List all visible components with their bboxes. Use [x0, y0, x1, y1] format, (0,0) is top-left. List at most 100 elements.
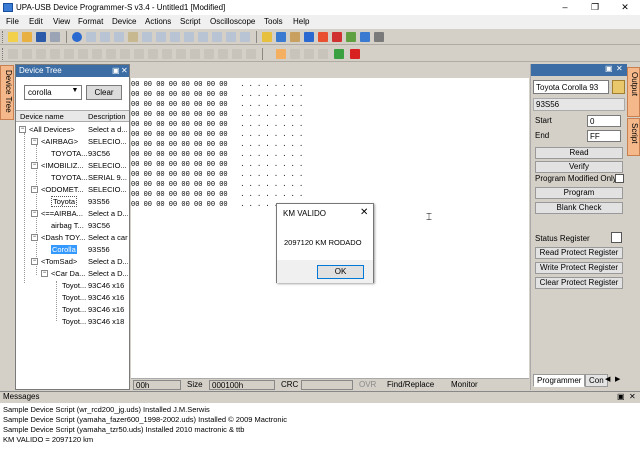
programmer-icon[interactable]	[304, 32, 314, 42]
collapse-icon[interactable]: −	[41, 270, 48, 277]
cut-icon[interactable]	[86, 32, 96, 42]
replace-icon[interactable]	[184, 32, 194, 42]
end-input[interactable]: FF	[587, 130, 621, 142]
tab-scroll-right-icon[interactable]: ▶	[615, 375, 620, 383]
tree-row[interactable]: TOYOTA... 93C56	[16, 148, 129, 160]
checksum-icon[interactable]	[226, 32, 236, 42]
pin-icon[interactable]: ▣	[617, 392, 625, 401]
device-select[interactable]: Toyota Corolla 93	[533, 80, 609, 94]
split-icon[interactable]	[218, 49, 228, 59]
program-button[interactable]: Program	[535, 187, 623, 199]
maximize-button[interactable]: ❐	[580, 0, 610, 15]
lower-icon[interactable]	[162, 49, 172, 59]
undo-icon[interactable]	[142, 32, 152, 42]
device-filter-combo[interactable]: corolla ▼	[24, 85, 82, 100]
dialog-close-button[interactable]: ✕	[360, 207, 368, 218]
menu-actions[interactable]: Actions	[145, 17, 171, 26]
pause-icon[interactable]	[304, 49, 314, 59]
view-icon[interactable]	[204, 49, 214, 59]
find-icon[interactable]	[170, 32, 180, 42]
wrap-icon[interactable]	[134, 49, 144, 59]
script-icon[interactable]	[262, 32, 272, 42]
ok-button[interactable]: OK	[317, 265, 364, 279]
stop-icon[interactable]	[350, 49, 360, 59]
close-panel-icon[interactable]: ✕	[616, 64, 623, 73]
tree-row-selected[interactable]: Corolla 93S56	[16, 244, 129, 256]
settings-icon[interactable]	[374, 32, 384, 42]
tree-row[interactable]: − <All Devices> Select a d...	[16, 124, 129, 136]
run-script-icon[interactable]	[276, 49, 286, 59]
new-file-icon[interactable]	[8, 32, 18, 42]
paste-icon[interactable]	[114, 32, 124, 42]
upper-icon[interactable]	[148, 49, 158, 59]
step-icon[interactable]	[290, 49, 300, 59]
uncomment-icon[interactable]	[78, 49, 88, 59]
column-device-name[interactable]: Device name	[20, 112, 64, 121]
tree-row[interactable]: − <==AIRBA... Select a D...	[16, 208, 129, 220]
output-side-tab[interactable]: Output	[627, 67, 640, 117]
tree-row[interactable]: − <TomSad> Select a D...	[16, 256, 129, 268]
pin-icon[interactable]: ▣	[112, 66, 120, 75]
bug-icon[interactable]	[332, 32, 342, 42]
tree-row[interactable]: Toyot... 93C46 x16	[16, 304, 129, 316]
chip-icon[interactable]	[290, 32, 300, 42]
menu-device[interactable]: Device	[112, 17, 136, 26]
program-modified-checkbox[interactable]	[615, 174, 624, 183]
zoom-out-icon[interactable]	[190, 49, 200, 59]
copy-icon[interactable]	[100, 32, 110, 42]
menu-help[interactable]: Help	[293, 17, 309, 26]
close-panel-icon[interactable]: ✕	[629, 392, 636, 401]
goto-icon[interactable]	[198, 32, 208, 42]
device-tree-side-tab[interactable]: Device Tree	[0, 65, 14, 120]
comment-icon[interactable]	[64, 49, 74, 59]
tree-row[interactable]: Toyota 93S56	[16, 196, 129, 208]
outdent-icon[interactable]	[50, 49, 60, 59]
find-replace-tab[interactable]: Find/Replace	[387, 380, 434, 389]
menu-file[interactable]: File	[6, 17, 19, 26]
collapse-icon[interactable]: −	[31, 210, 38, 217]
tab-scroll-left-icon[interactable]: ◀	[605, 375, 610, 383]
tree-row[interactable]: − <ODOMET... SELECIO...	[16, 184, 129, 196]
tree-row[interactable]: TOYOTA... SERIAL 9...	[16, 172, 129, 184]
verify-button[interactable]: Verify	[535, 161, 623, 173]
tools-icon[interactable]	[346, 32, 356, 42]
toolbar-grip[interactable]	[2, 48, 5, 60]
tree-row[interactable]: airbag T... 93C56	[16, 220, 129, 232]
fill-icon[interactable]	[212, 32, 222, 42]
device-icon[interactable]	[276, 32, 286, 42]
close-panel-icon[interactable]: ✕	[121, 66, 128, 75]
menu-oscilloscope[interactable]: Oscilloscope	[210, 17, 255, 26]
gear-icon[interactable]	[318, 32, 328, 42]
status-register-checkbox[interactable]	[611, 232, 622, 243]
minimize-button[interactable]: –	[550, 0, 580, 15]
menu-tools[interactable]: Tools	[264, 17, 283, 26]
rows-icon[interactable]	[246, 49, 256, 59]
close-window-button[interactable]: ✕	[610, 0, 640, 15]
next-bookmark-icon[interactable]	[106, 49, 116, 59]
prev-bookmark-icon[interactable]	[120, 49, 130, 59]
chart-icon[interactable]	[360, 32, 370, 42]
tree-row[interactable]: − <AIRBAG> SELECIO...	[16, 136, 129, 148]
clear-protect-button[interactable]: Clear Protect Register	[535, 277, 623, 289]
tree-row[interactable]: Toyot... 93C46 x18	[16, 316, 129, 328]
column-description[interactable]: Description	[88, 112, 126, 121]
collapse-icon[interactable]: −	[31, 234, 38, 241]
tree-row[interactable]: Toyot... 93C46 x16	[16, 280, 129, 292]
chevron-down-icon[interactable]: ▼	[70, 87, 80, 98]
write-protect-button[interactable]: Write Protect Register	[535, 262, 623, 274]
read-button[interactable]: Read	[535, 147, 623, 159]
toolbar-grip[interactable]	[2, 31, 5, 43]
menu-view[interactable]: View	[53, 17, 70, 26]
blank-check-button[interactable]: Blank Check	[535, 202, 623, 214]
menu-edit[interactable]: Edit	[29, 17, 43, 26]
tree-row[interactable]: − <IMOBILIZ... SELECIO...	[16, 160, 129, 172]
read-protect-button[interactable]: Read Protect Register	[535, 247, 623, 259]
arrow-icon[interactable]	[318, 49, 328, 59]
redo-icon[interactable]	[156, 32, 166, 42]
device-browse-icon[interactable]	[612, 80, 625, 94]
monitor-tab[interactable]: Monitor	[451, 380, 478, 389]
connect-icon[interactable]	[72, 32, 82, 42]
tree-row[interactable]: − <Car Da... Select a D...	[16, 268, 129, 280]
pin-icon[interactable]: ▣	[605, 64, 613, 73]
align-left-icon[interactable]	[8, 49, 18, 59]
